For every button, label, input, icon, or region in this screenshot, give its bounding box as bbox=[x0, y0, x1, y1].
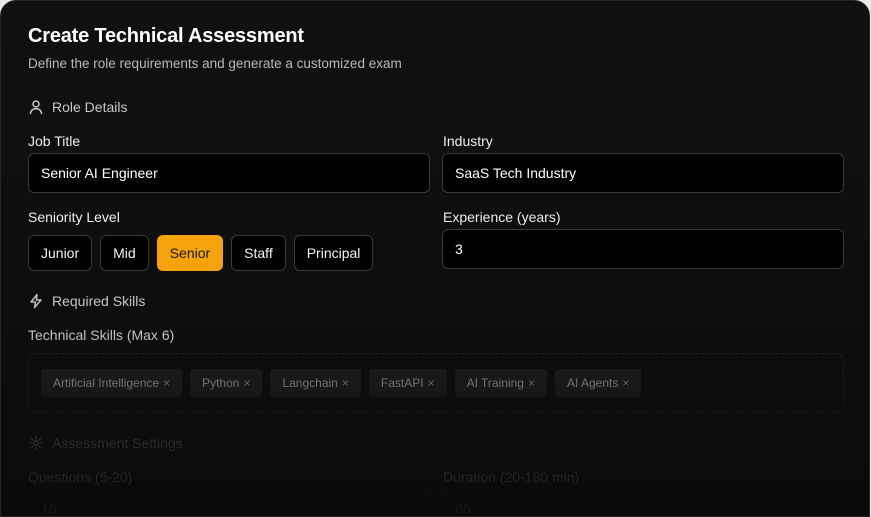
seniority-option-junior[interactable]: Junior bbox=[28, 235, 93, 271]
skill-chip-label: Artificial Intelligence bbox=[53, 375, 160, 390]
page-subtitle: Define the role requirements and generat… bbox=[28, 56, 402, 71]
job-title-input[interactable] bbox=[28, 153, 430, 193]
remove-skill-icon[interactable]: × bbox=[342, 376, 349, 390]
seniority-option-mid[interactable]: Mid bbox=[100, 235, 149, 271]
remove-skill-icon[interactable]: × bbox=[243, 376, 250, 390]
gear-icon bbox=[28, 435, 44, 451]
questions-label: Questions (5-20) bbox=[28, 469, 133, 485]
section-heading: Required Skills bbox=[52, 293, 146, 309]
assessment-form-card: Create Technical Assessment Define the r… bbox=[0, 0, 870, 517]
technical-skills-label: Technical Skills (Max 6) bbox=[28, 327, 175, 343]
skills-tag-box[interactable]: Artificial Intelligence × Python × Langcha… bbox=[28, 353, 844, 412]
skill-chip-label: AI Training bbox=[466, 375, 524, 390]
section-heading: Assessment Settings bbox=[52, 435, 183, 451]
page-title: Create Technical Assessment bbox=[28, 25, 304, 47]
seniority-option-staff[interactable]: Staff bbox=[231, 235, 286, 271]
section-role-details: Role Details bbox=[28, 99, 127, 115]
section-heading: Role Details bbox=[52, 99, 128, 115]
section-required-skills: Required Skills bbox=[28, 293, 145, 309]
skill-chip-label: Langchain bbox=[282, 375, 338, 390]
seniority-selector: Junior Mid Senior Staff Principal bbox=[28, 235, 374, 271]
duration-label: Duration (20-180 min) bbox=[443, 469, 580, 485]
remove-skill-icon[interactable]: × bbox=[428, 376, 435, 390]
remove-skill-icon[interactable]: × bbox=[528, 376, 535, 390]
skill-chip: Artificial Intelligence × bbox=[41, 368, 183, 397]
seniority-option-principal[interactable]: Principal bbox=[293, 235, 374, 271]
experience-label: Experience (years) bbox=[443, 209, 561, 225]
industry-input[interactable] bbox=[442, 153, 844, 193]
skill-chip-label: Python bbox=[202, 375, 240, 390]
remove-skill-icon[interactable]: × bbox=[163, 376, 170, 390]
remove-skill-icon[interactable]: × bbox=[622, 376, 629, 390]
experience-input[interactable] bbox=[442, 229, 844, 269]
skill-chip: AI Training × bbox=[454, 368, 547, 397]
lightning-icon bbox=[30, 293, 42, 309]
skill-chip-label: AI Agents bbox=[566, 375, 619, 390]
job-title-label: Job Title bbox=[28, 133, 81, 149]
skill-chip: AI Agents × bbox=[554, 368, 642, 397]
skill-chip: Langchain × bbox=[270, 368, 361, 397]
industry-label: Industry bbox=[443, 133, 493, 149]
questions-input[interactable] bbox=[28, 489, 430, 516]
section-assessment-settings: Assessment Settings bbox=[28, 435, 183, 451]
duration-input[interactable] bbox=[442, 489, 844, 516]
skill-chip: FastAPI × bbox=[368, 368, 447, 397]
skill-chip: Python × bbox=[190, 368, 263, 397]
skill-chip-label: FastAPI bbox=[380, 375, 424, 390]
seniority-label: Seniority Level bbox=[28, 209, 120, 225]
seniority-option-senior[interactable]: Senior bbox=[156, 235, 224, 271]
user-icon bbox=[29, 100, 43, 115]
